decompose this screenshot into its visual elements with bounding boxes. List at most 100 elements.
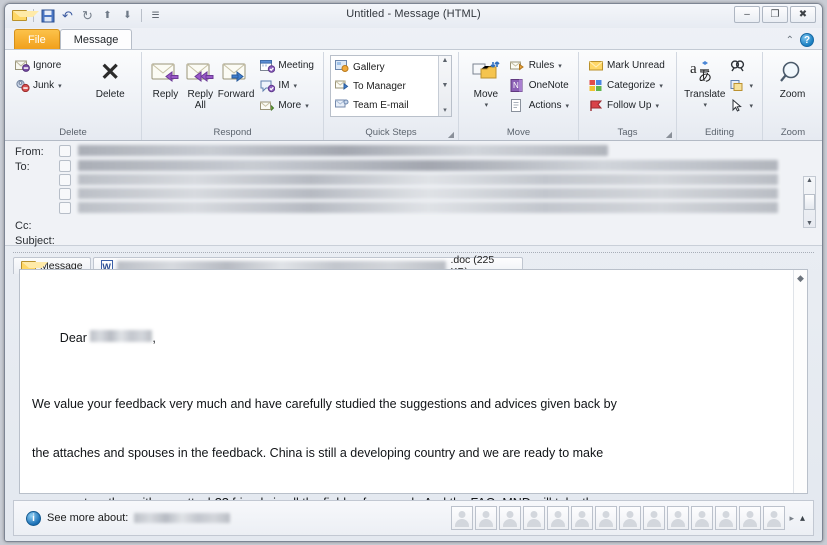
group-label-move: Move <box>506 127 531 138</box>
avatar[interactable] <box>475 506 498 530</box>
to-manager-icon <box>335 79 349 94</box>
related-button[interactable]: ▾ <box>726 76 756 95</box>
dialog-launcher-icon[interactable]: ◢ <box>448 130 454 139</box>
rules-label: Rules <box>528 60 555 71</box>
to-row: To: ▲ ▼ <box>5 160 822 228</box>
ribbon-group-tags: Mark Unread Categorize ▾ Follow Up ▾ Tag… <box>578 52 676 140</box>
ribbon-group-move: Move ▾ Rules ▾ N OneNote Actions ▾ Move <box>458 52 578 140</box>
collapse-ribbon-icon[interactable]: ⌃ <box>786 35 794 46</box>
to-presence-icon-3 <box>59 188 71 200</box>
translate-icon: aあ <box>689 57 721 89</box>
avatar[interactable] <box>499 506 522 530</box>
scroll-up-icon[interactable]: ▲ <box>806 177 813 184</box>
tabstrip-right-controls: ⌃ ? <box>786 33 814 47</box>
chevron-down-icon: ▾ <box>565 102 569 110</box>
forward-label: Forward <box>217 89 255 100</box>
mark-unread-icon <box>588 58 604 74</box>
avatar[interactable] <box>739 506 762 530</box>
dialog-launcher-icon[interactable]: ◢ <box>666 130 672 139</box>
see-more-name-redacted <box>134 513 231 523</box>
reply-label: Reply <box>152 89 179 100</box>
team-email-icon <box>335 98 349 113</box>
group-label-editing: Editing <box>704 127 735 138</box>
im-button[interactable]: IM ▾ <box>256 76 317 95</box>
quick-steps-gallery[interactable]: Gallery To Manager Team E-mail ▲ ▼ ▾ <box>330 55 452 117</box>
tab-file[interactable]: File <box>14 29 60 49</box>
avatar[interactable] <box>619 506 642 530</box>
avatar[interactable] <box>715 506 738 530</box>
junk-button[interactable]: Junk ▾ <box>11 76 85 95</box>
close-button[interactable]: ✖ <box>790 6 816 23</box>
move-label: Move <box>473 89 499 100</box>
avatar[interactable] <box>523 506 546 530</box>
body-scrollbar[interactable]: ◆ <box>793 270 807 493</box>
actions-button[interactable]: Actions ▾ <box>507 96 572 115</box>
related-icon <box>729 78 745 94</box>
window-controls: – ❐ ✖ <box>734 6 816 23</box>
to-redacted-3 <box>78 188 779 199</box>
reply-all-button[interactable]: Reply All <box>183 55 218 111</box>
avatar[interactable] <box>571 506 594 530</box>
quick-steps-more-icon[interactable]: ▾ <box>443 107 447 115</box>
avatar[interactable] <box>643 506 666 530</box>
avatar[interactable] <box>547 506 570 530</box>
team-email-label: Team E-mail <box>353 100 409 111</box>
ribbon-group-quick-steps: Gallery To Manager Team E-mail ▲ ▼ ▾ Qui… <box>323 52 458 140</box>
quick-steps-scrollbar[interactable]: ▲ ▼ ▾ <box>438 56 451 116</box>
meeting-button[interactable]: Meeting <box>256 56 317 75</box>
to-redacted-1 <box>78 160 779 171</box>
avatar[interactable] <box>595 506 618 530</box>
translate-button[interactable]: aあ Translate ▾ <box>683 55 726 111</box>
tab-message[interactable]: Message <box>59 29 133 49</box>
more-button[interactable]: More ▾ <box>256 96 317 115</box>
find-button[interactable] <box>726 56 756 75</box>
reply-button[interactable]: Reply <box>148 55 183 100</box>
to-value[interactable]: ▲ ▼ <box>59 160 822 228</box>
categorize-label: Categorize <box>607 80 656 91</box>
scrollbar-thumb[interactable] <box>804 194 815 210</box>
from-value[interactable] <box>59 145 822 157</box>
ignore-icon <box>14 58 30 74</box>
recipients-scrollbar[interactable]: ▲ ▼ <box>803 176 816 228</box>
follow-up-button[interactable]: Follow Up ▾ <box>585 96 668 115</box>
avatar[interactable] <box>451 506 474 530</box>
chevron-down-icon: ▾ <box>558 62 562 70</box>
group-label-respond: Respond <box>213 127 252 138</box>
ignore-button[interactable]: Ignore <box>11 56 85 75</box>
avatar[interactable] <box>763 506 786 530</box>
onenote-button[interactable]: N OneNote <box>507 76 572 95</box>
group-label-tags: Tags ◢ <box>579 127 676 140</box>
rules-button[interactable]: Rules ▾ <box>507 56 572 75</box>
see-more-label: See more about: <box>47 512 129 524</box>
minimize-button[interactable]: – <box>734 6 760 23</box>
people-next-arrow-icon[interactable]: ▸ <box>787 513 796 524</box>
people-expand-icon[interactable]: ▴ <box>798 513 805 524</box>
avatar[interactable] <box>667 506 690 530</box>
delete-button[interactable]: ✕ Delete <box>85 55 135 101</box>
scroll-up-icon[interactable]: ▲ <box>442 57 449 65</box>
actions-icon <box>510 98 526 114</box>
meeting-icon <box>259 58 275 74</box>
quick-step-gallery-item[interactable]: Gallery <box>333 58 451 77</box>
quick-step-team-email-item[interactable]: Team E-mail <box>333 96 451 115</box>
see-more-about[interactable]: i See more about: <box>14 510 451 526</box>
ribbon-group-respond: Reply Reply All Forward Meeting IM ▾ Mor… <box>141 52 323 140</box>
categorize-button[interactable]: Categorize ▾ <box>585 76 668 95</box>
scroll-down-icon[interactable]: ▼ <box>442 82 449 90</box>
help-icon[interactable]: ? <box>800 33 814 47</box>
quick-step-to-manager-item[interactable]: To Manager <box>333 77 451 96</box>
im-label: IM <box>278 80 290 91</box>
group-label-tags-text: Tags <box>617 127 638 138</box>
mark-unread-button[interactable]: Mark Unread <box>585 56 668 75</box>
restore-button[interactable]: ❐ <box>762 6 788 23</box>
forward-button[interactable]: Forward <box>217 55 255 100</box>
rules-icon <box>510 58 526 74</box>
zoom-button[interactable]: Zoom <box>769 55 816 100</box>
avatar[interactable] <box>691 506 714 530</box>
scroll-down-icon[interactable]: ▼ <box>806 220 813 227</box>
info-icon: i <box>26 510 41 526</box>
move-button[interactable]: Move ▾ <box>465 55 507 111</box>
select-button[interactable]: ▾ <box>726 96 756 115</box>
message-body-area[interactable]: Dear , We value your feedback very much … <box>19 269 808 510</box>
more-icon <box>259 98 275 114</box>
